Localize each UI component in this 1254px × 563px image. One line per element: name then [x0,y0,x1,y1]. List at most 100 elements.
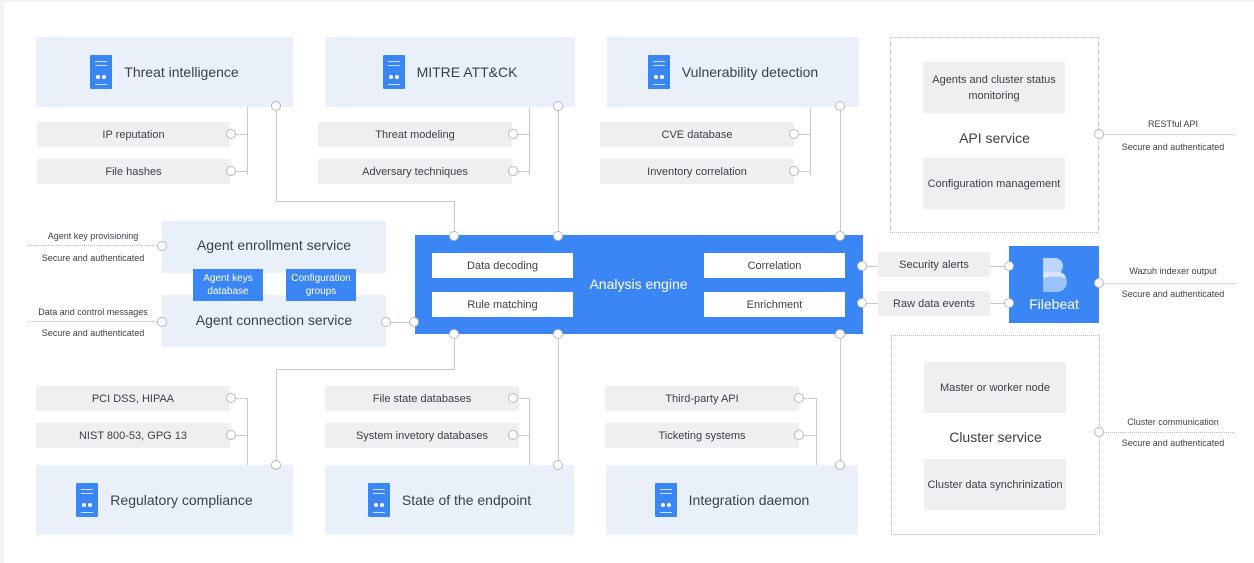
module-title: Integration daemon [688,492,810,508]
connector-dot [857,261,867,271]
list-item: IP reputation [37,122,230,147]
connection-label: Wazuh indexer output [1129,266,1217,276]
connector-line [516,171,530,172]
module-threat-intelligence: Threat intelligence [36,37,293,107]
output-security-alerts: Security alerts [878,252,990,277]
configuration-groups: Configuration groups [286,269,356,301]
connector-line [276,106,277,202]
connector-dot [508,430,518,440]
filebeat: Filebeat [1009,246,1099,323]
module-vulnerability-detection: Vulnerability detection [607,37,859,107]
connector-line [529,107,530,175]
connector-line [797,134,811,135]
connector-dot [449,231,459,241]
service-title: Agent connection service [195,312,353,328]
connector-line [247,107,248,175]
filebeat-title: Filebeat [1029,295,1079,312]
connector-dot [789,129,799,139]
connector-line [234,134,248,135]
connector-line [558,106,559,236]
module-regulatory-compliance: Regulatory compliance [36,465,293,535]
connector-dot [1094,278,1104,288]
connector-dot [794,430,804,440]
connector-line [234,398,248,399]
engine-step: Rule matching [432,292,573,317]
connector-line [529,398,530,466]
connector-line [802,435,816,436]
connector-line [840,106,841,236]
connector-dot [271,460,281,470]
connector-line [558,334,559,465]
connector-dot [835,329,845,339]
connector-line [797,171,811,172]
service-title: API service [959,130,1030,146]
module-title: Vulnerability detection [681,64,819,80]
connector-line [816,398,817,466]
connector-line [234,435,248,436]
connector-dot [508,129,518,139]
list-item: Ticketing systems [605,423,799,448]
dotted-line [28,245,161,246]
connector-dot [1094,427,1104,437]
engine-step: Enrichment [704,292,845,317]
engine-step: Data decoding [432,253,573,278]
dotted-line [1100,432,1235,433]
connector-dot [508,393,518,403]
connector-dot [409,317,419,327]
connector-line [810,107,811,175]
connection-label: Secure and authenticated [1121,438,1225,448]
list-item: NIST 800-53, GPG 13 [36,423,230,448]
filebeat-logo-icon [1043,257,1067,292]
connector-dot [226,129,236,139]
server-icon [647,55,670,89]
connector-dot [857,298,867,308]
connector-dot [789,166,799,176]
dotted-line [1100,134,1235,135]
list-item: File state databases [325,386,519,411]
connection-label: Data and control messages [38,307,148,317]
connector-dot [157,317,167,327]
connector-line [454,334,455,370]
server-icon [367,483,390,517]
list-item: CVE database [600,122,794,147]
list-item: System invetory databases [325,423,519,448]
connector-dot [157,241,167,251]
connector-line [247,398,248,466]
connector-dot [271,101,281,111]
connector-dot [226,166,236,176]
connector-dot [1004,261,1014,271]
connector-line [802,398,816,399]
connector-dot [381,317,391,327]
server-icon [654,483,677,517]
list-item: File hashes [37,159,230,184]
api-service-item: Configuration management [923,158,1065,209]
connector-dot [835,231,845,241]
module-integration-daemon: Integration daemon [606,465,858,535]
connector-line [276,369,455,370]
engine-step: Correlation [704,253,845,278]
list-item: Third-party API [605,386,799,411]
connector-dot [794,393,804,403]
connector-dot [553,329,563,339]
connector-dot [1004,298,1014,308]
cluster-service-item: Cluster data synchrinization [924,459,1066,510]
list-item: Adversary techniques [318,159,512,184]
connection-label: RESTful API [1147,119,1199,129]
connector-dot [835,101,845,111]
agent-enrollment-service: Agent enrollment service [162,221,386,273]
list-item: PCI DSS, HIPAA [36,386,230,411]
agent-connection-service: Agent connection service [162,295,386,347]
connector-dot [226,430,236,440]
module-state-of-the-endpoint: State of the endpoint [325,465,574,535]
module-mitre-attack: MITRE ATT&CK [325,37,575,107]
engine-title: Analysis engine [589,276,688,292]
connector-dot [553,231,563,241]
api-service-item: Agents and cluster status monitoring [923,62,1065,113]
module-title: Regulatory compliance [110,492,253,508]
connection-label: Agent key provisioning [47,231,139,241]
list-item: Inventory correlation [600,159,794,184]
server-icon [90,55,113,89]
connector-line [840,334,841,465]
connection-label: Cluster communication [1127,417,1219,427]
list-item: Threat modeling [318,122,512,147]
